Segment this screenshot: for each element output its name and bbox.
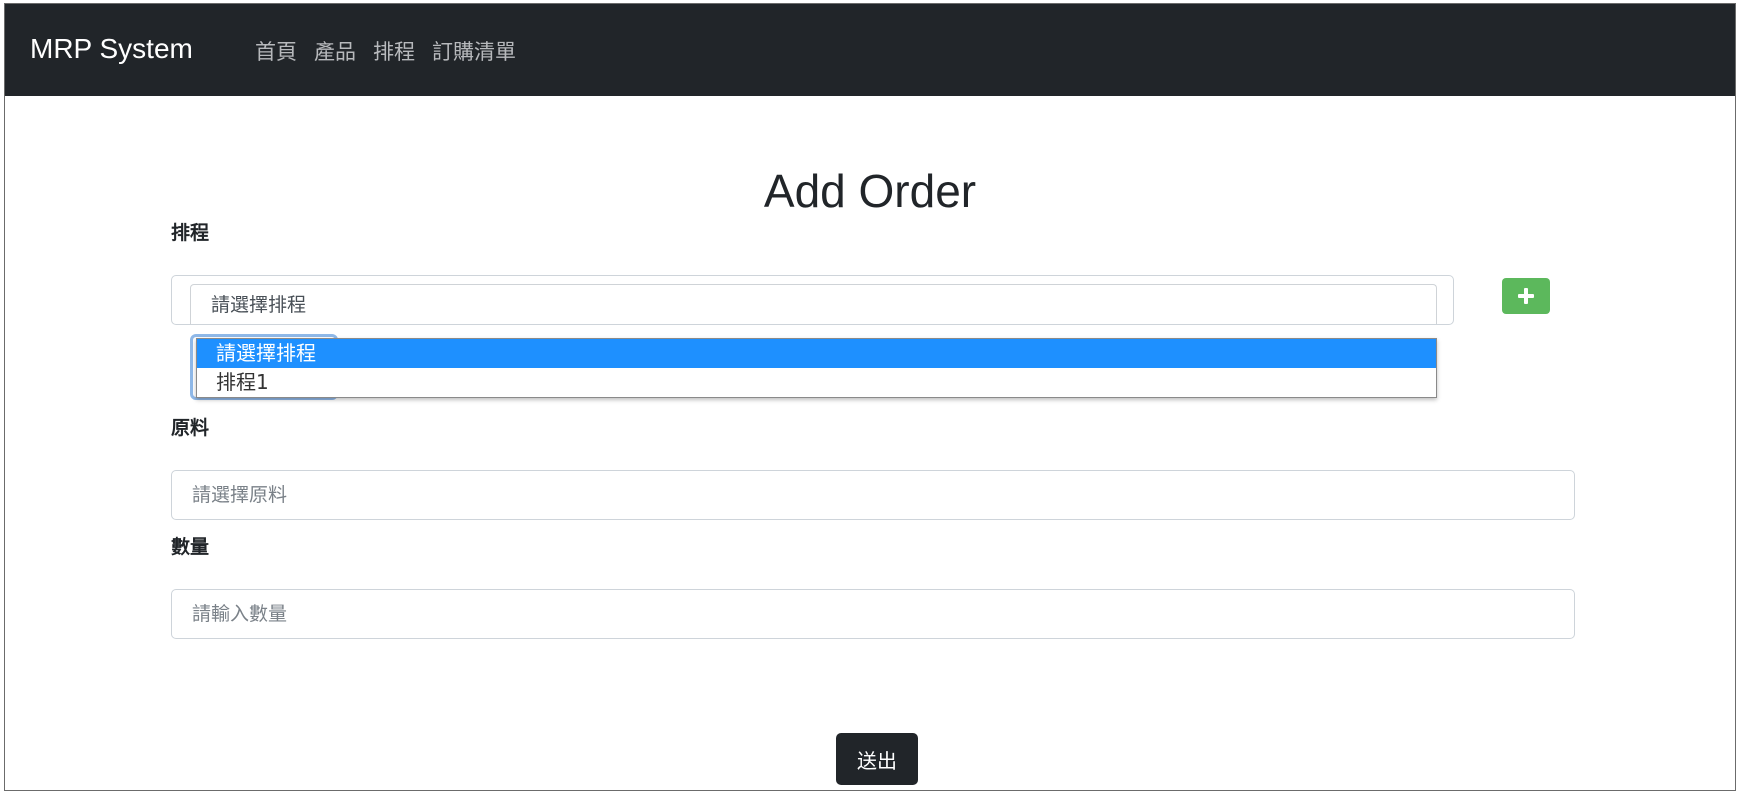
schedule-option-1[interactable]: 排程1 <box>197 368 1436 397</box>
nav-link-schedule[interactable]: 排程 <box>373 36 415 66</box>
schedule-dropdown-list: 請選擇排程 排程1 <box>196 338 1437 398</box>
quantity-label: 數量 <box>171 536 210 558</box>
page-title: Add Order <box>763 165 977 217</box>
material-label: 原料 <box>171 417 210 439</box>
nav-links: 首頁 產品 排程 訂購清單 <box>255 36 516 66</box>
brand-logo-link[interactable]: MRP System <box>30 33 193 65</box>
schedule-label: 排程 <box>171 222 210 244</box>
schedule-select[interactable]: 請選擇排程 <box>190 284 1437 324</box>
nav-link-home[interactable]: 首頁 <box>255 36 297 66</box>
top-navbar: MRP System 首頁 產品 排程 訂購清單 <box>5 4 1735 96</box>
app-window: MRP System 首頁 產品 排程 訂購清單 Add Order 排程 請選… <box>4 3 1736 791</box>
submit-button[interactable]: 送出 <box>836 733 918 785</box>
nav-link-order-list[interactable]: 訂購清單 <box>432 36 516 66</box>
nav-link-products[interactable]: 產品 <box>314 36 356 66</box>
quantity-input[interactable] <box>171 589 1575 639</box>
add-schedule-button[interactable] <box>1502 278 1550 314</box>
schedule-option-placeholder[interactable]: 請選擇排程 <box>197 339 1436 368</box>
material-select[interactable] <box>171 470 1575 520</box>
plus-icon <box>1518 288 1534 304</box>
